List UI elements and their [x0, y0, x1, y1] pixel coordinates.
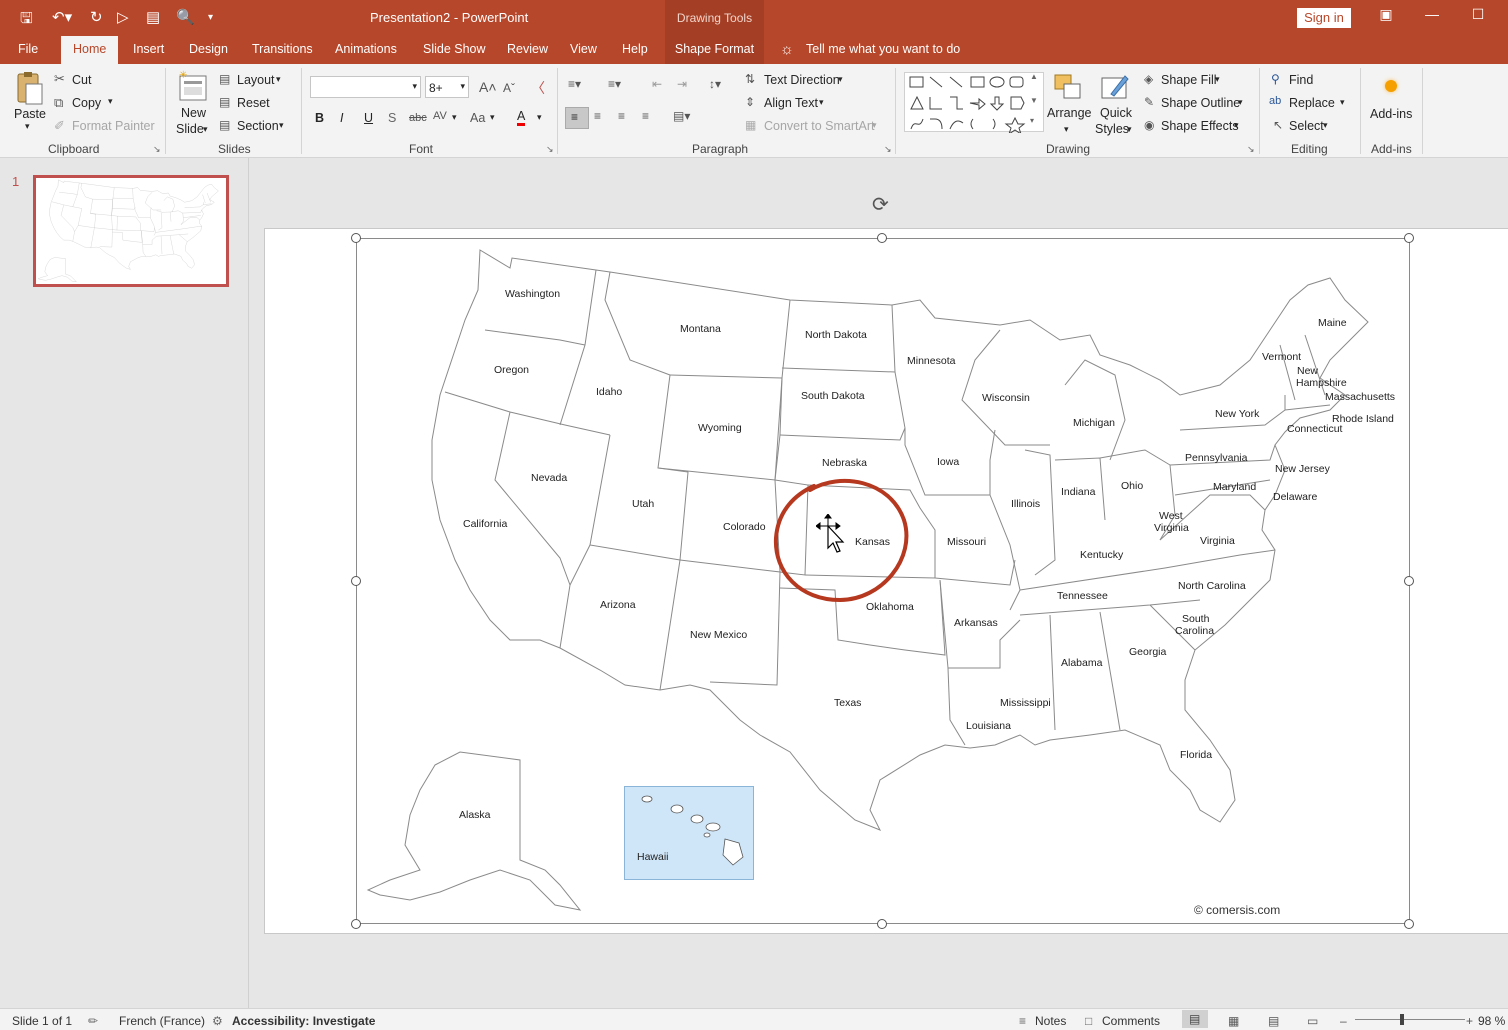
- resize-handle-nw[interactable]: [351, 233, 361, 243]
- notes-button[interactable]: Notes: [1035, 1014, 1066, 1028]
- zoom-slider[interactable]: [1355, 1019, 1465, 1020]
- rotate-handle-icon[interactable]: ⟳: [872, 192, 889, 217]
- accessibility-status[interactable]: Accessibility: Investigate: [232, 1014, 375, 1028]
- reading-view-icon[interactable]: ▤: [1268, 1014, 1279, 1028]
- normal-view-button[interactable]: ▤: [1182, 1010, 1208, 1028]
- resize-handle-w[interactable]: [351, 576, 361, 586]
- resize-handle-n[interactable]: [877, 233, 887, 243]
- status-bar: Slide 1 of 1 ✏ French (France) ⚙ Accessi…: [0, 1008, 1508, 1030]
- resize-handle-sw[interactable]: [351, 919, 361, 929]
- zoom-level[interactable]: 98 %: [1478, 1014, 1505, 1028]
- accessibility-icon: ⚙: [212, 1014, 223, 1028]
- normal-view-icon: ▤: [1189, 1012, 1201, 1026]
- spelling-icon[interactable]: ✏: [88, 1014, 98, 1028]
- zoom-slider-thumb[interactable]: [1400, 1014, 1404, 1025]
- comments-button[interactable]: Comments: [1102, 1014, 1160, 1028]
- resize-handle-e[interactable]: [1404, 576, 1414, 586]
- comments-icon: □: [1085, 1014, 1093, 1028]
- zoom-out-icon[interactable]: –: [1340, 1014, 1347, 1028]
- slideshow-view-icon[interactable]: ▭: [1307, 1014, 1318, 1028]
- notes-icon: ≡: [1019, 1014, 1027, 1028]
- language-indicator[interactable]: French (France): [119, 1014, 205, 1028]
- zoom-in-icon[interactable]: +: [1466, 1014, 1473, 1028]
- slide-sorter-icon[interactable]: ▦: [1228, 1014, 1239, 1028]
- resize-handle-se[interactable]: [1404, 919, 1414, 929]
- resize-handle-s[interactable]: [877, 919, 887, 929]
- selection-frame: [356, 238, 1410, 924]
- resize-handle-ne[interactable]: [1404, 233, 1414, 243]
- slide-count: Slide 1 of 1: [12, 1014, 73, 1028]
